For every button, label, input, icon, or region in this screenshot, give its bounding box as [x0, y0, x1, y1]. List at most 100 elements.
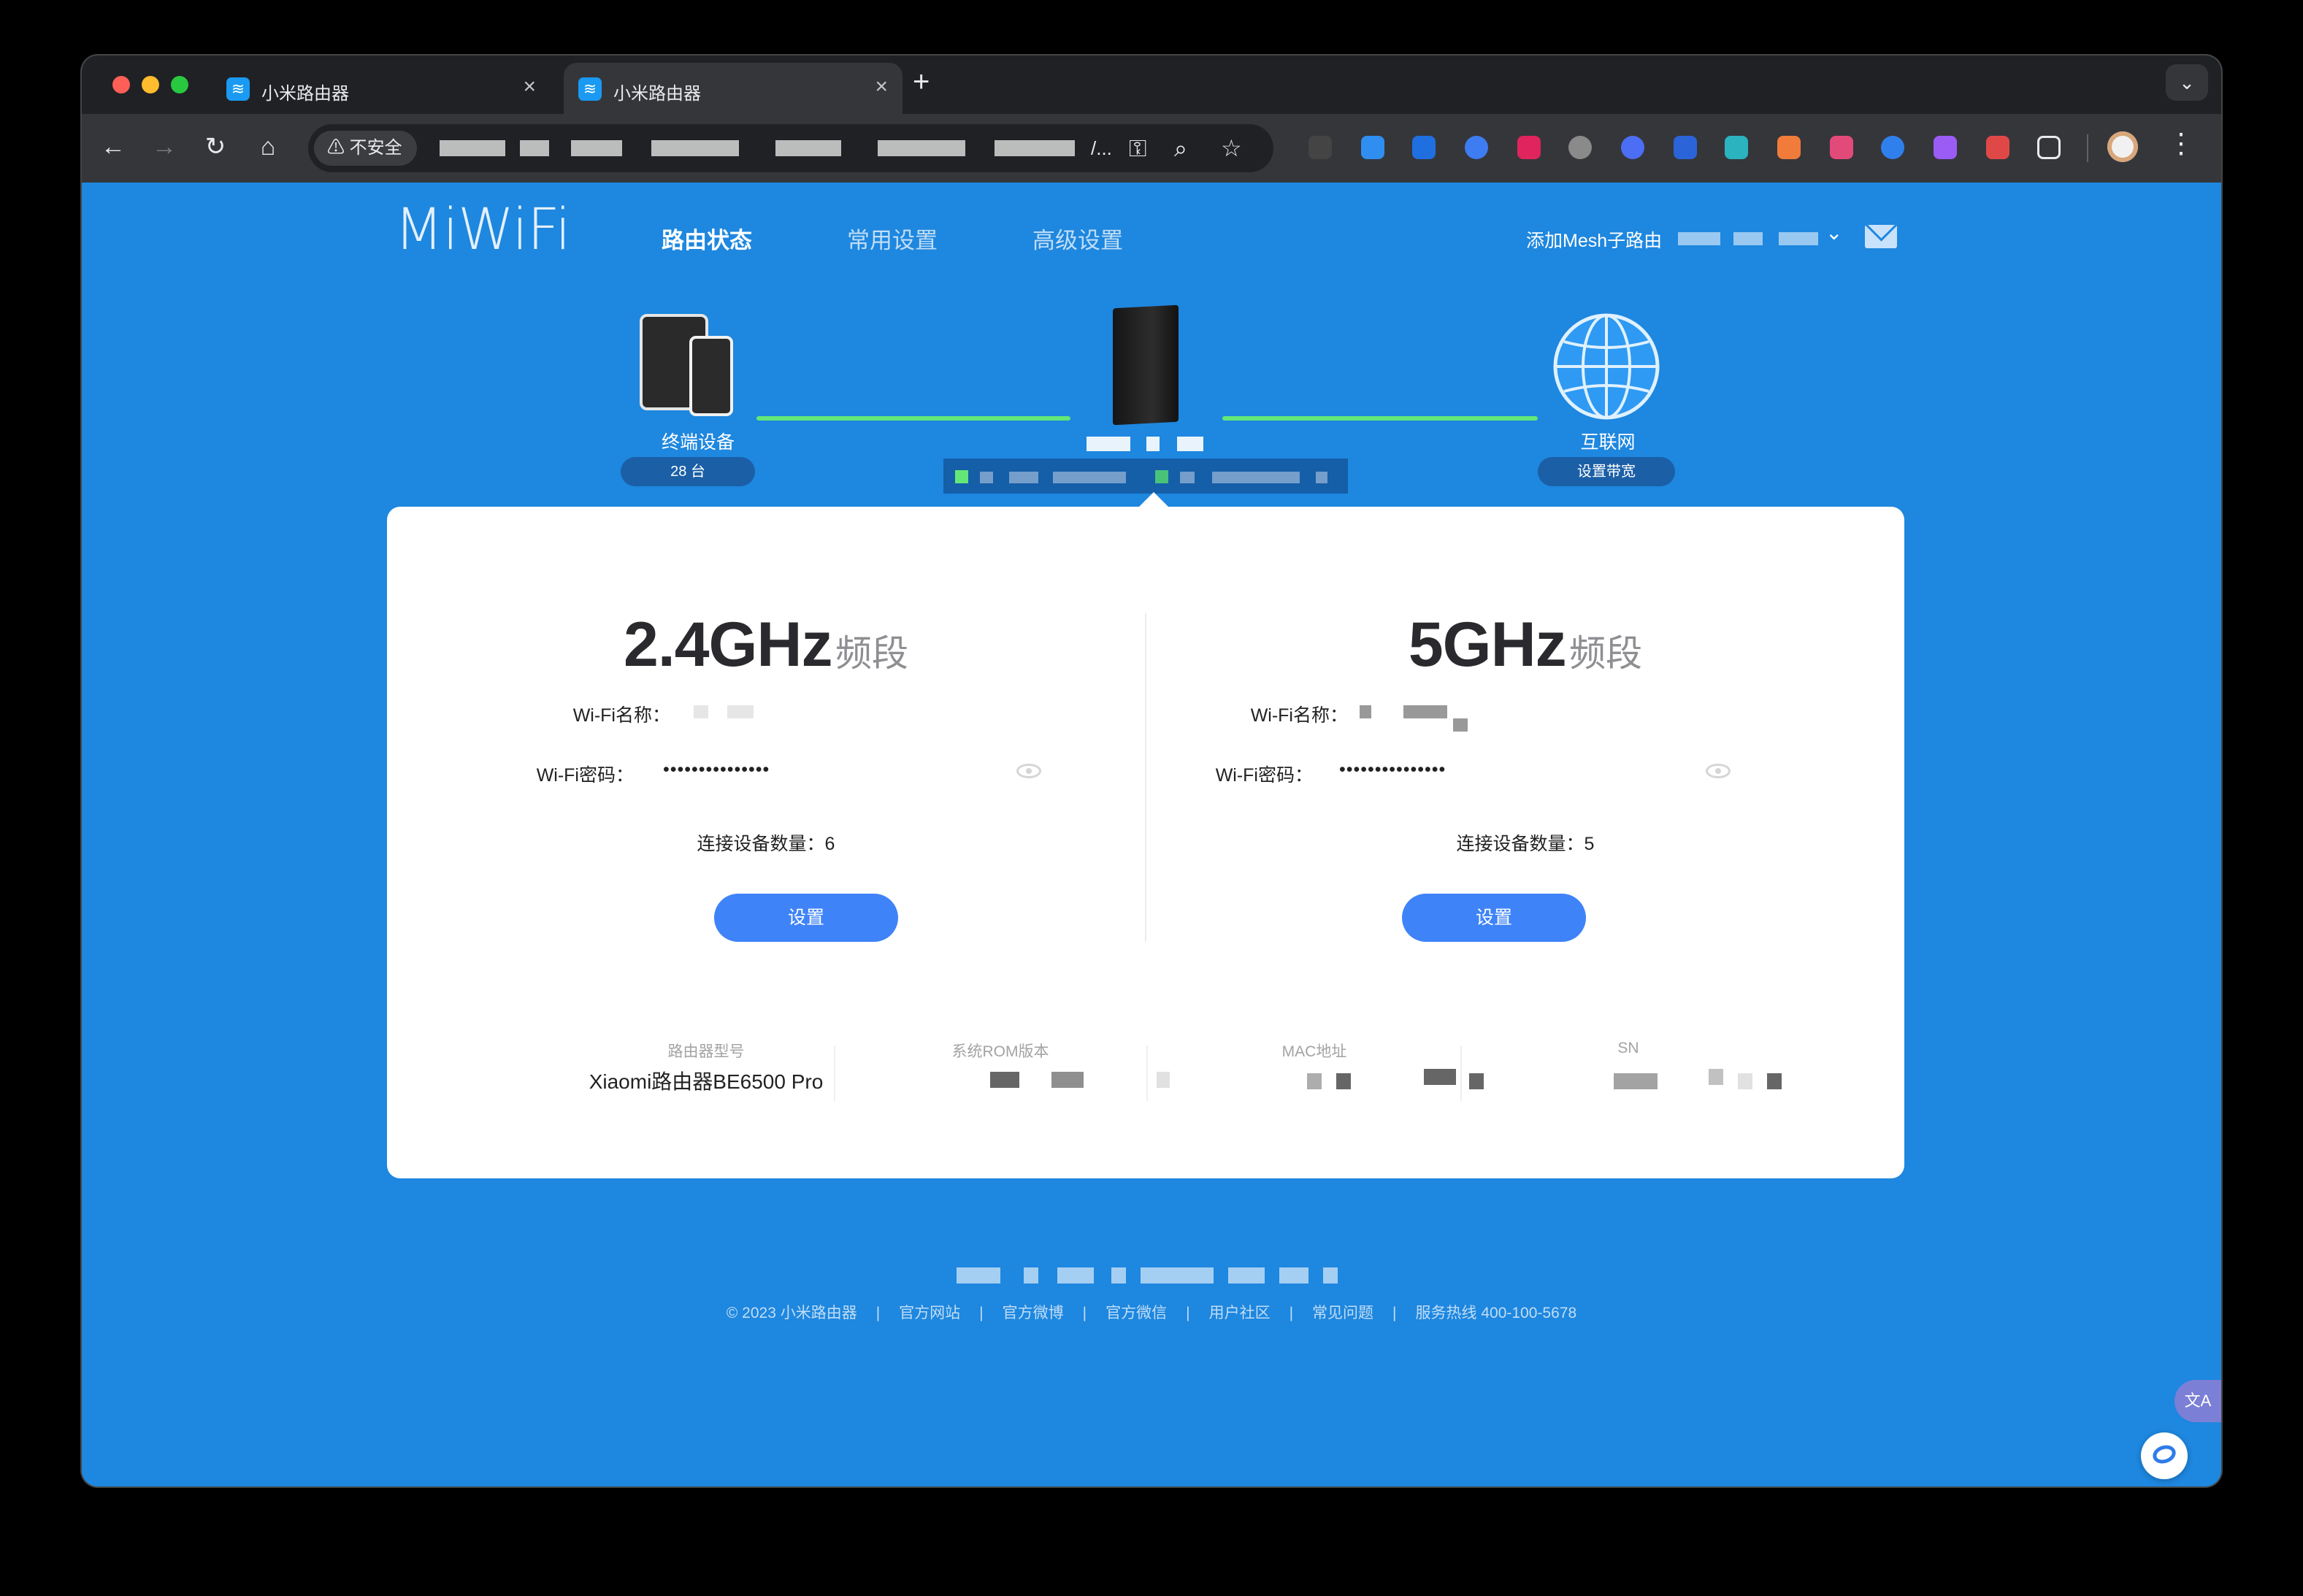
browser-tab-1[interactable]: ≋ 小米路由器 × [212, 63, 551, 114]
add-mesh-node-link[interactable]: 添加Mesh子路由 [1526, 226, 1662, 253]
nav-advanced-settings[interactable]: 高级设置 [1032, 222, 1123, 255]
band-2g-panel: 2.4GHz 频段 Wi-Fi名称： Wi-Fi密码： ••••••••••••… [387, 507, 1145, 989]
close-tab-icon[interactable]: × [875, 74, 888, 99]
extension-red-icon[interactable] [1986, 136, 2009, 159]
nav-common-settings[interactable]: 常用设置 [847, 222, 938, 255]
footer-redacted [1323, 1267, 1338, 1284]
band-word: 频段 [835, 633, 908, 674]
mac-redacted [1424, 1069, 1456, 1085]
set-bandwidth-pill[interactable]: 设置带宽 [1538, 457, 1675, 486]
forward-button[interactable]: → [147, 130, 181, 164]
footer-separator: | [875, 1305, 881, 1321]
info-divider [1460, 1046, 1462, 1101]
card-pointer [1138, 492, 1170, 508]
eye-icon[interactable] [1016, 764, 1041, 778]
nav-router-status[interactable]: 路由状态 [662, 222, 752, 255]
extension-gem-icon[interactable] [1361, 136, 1384, 159]
internet-label: 互联网 [1580, 432, 1636, 453]
tab-title: 小米路由器 [613, 84, 701, 104]
extension-shield-icon[interactable] [1674, 136, 1697, 159]
ssid-redacted [694, 705, 708, 718]
band-2g-settings-button[interactable]: 设置 [714, 894, 898, 942]
browser-menu-icon[interactable]: ⋮ [2167, 127, 2195, 160]
bookmark-star-icon[interactable]: ☆ [1221, 134, 1242, 162]
extension-bot-icon[interactable] [1621, 136, 1644, 159]
mac-label: MAC地址 [1281, 1043, 1347, 1060]
profile-avatar[interactable] [2107, 131, 2138, 162]
home-button[interactable]: ⌂ [251, 130, 285, 164]
connected-count: 连接设备数量：5 [1456, 834, 1595, 854]
footer-redacted [1141, 1267, 1214, 1284]
tab-title: 小米路由器 [261, 84, 349, 104]
wifi-icon: ≋ [226, 77, 250, 101]
router-admin-page: MiWiFi 路由状态 常用设置 高级设置 添加Mesh子路由 ⌄ 终端设备 2… [82, 183, 2221, 1486]
status-redacted [1009, 472, 1038, 483]
zoom-icon[interactable]: ⌕ [1174, 134, 1187, 162]
password-value: ••••••••••••••• [1339, 759, 1446, 780]
extension-telegram-icon[interactable] [1308, 136, 1332, 159]
footer-redacted [1228, 1267, 1265, 1284]
translate-icon[interactable]: 文A [2174, 1380, 2221, 1422]
key-icon[interactable]: ⚿ [1129, 134, 1146, 162]
footer-redacted [1057, 1267, 1094, 1284]
extensions-puzzle-icon[interactable] [2037, 136, 2061, 159]
zoom-window-button[interactable] [171, 76, 188, 93]
reload-button[interactable]: ↻ [199, 130, 232, 164]
miwifi-logo[interactable]: MiWiFi [394, 197, 571, 263]
footer-links: © 2023 小米路由器 | 官方网站 | 官方微博 | 官方微信 | 用户社区 | 常见问题 | 服务… [82, 1301, 2221, 1323]
close-tab-icon[interactable]: × [523, 74, 536, 99]
password-value: ••••••••••••••• [663, 759, 770, 780]
footer-separator: | [1289, 1305, 1294, 1321]
mac-redacted [1469, 1073, 1484, 1089]
chevron-down-icon[interactable]: ⌄ [1825, 220, 1842, 245]
password-label: Wi-Fi密码： [1215, 765, 1313, 786]
phone-icon [689, 336, 733, 416]
security-chip[interactable]: ⚠ 不安全 [314, 131, 417, 166]
footer-link-official-site[interactable]: 官方网站 [899, 1305, 960, 1321]
ssid-redacted [727, 705, 754, 718]
toolbar-divider [2087, 134, 2088, 162]
rom-label: 系统ROM版本 [951, 1043, 1049, 1060]
router-icon[interactable] [1113, 304, 1179, 426]
extension-purple-icon[interactable] [1934, 136, 1957, 159]
browser-toolbar: ← → ↻ ⌂ ⚠ 不安全 /... ⚿ ⌕ ☆ ⋮ [82, 114, 2221, 183]
close-window-button[interactable] [112, 76, 130, 93]
new-tab-button[interactable]: + [913, 66, 930, 99]
extension-swirl-icon[interactable] [1412, 136, 1436, 159]
warning-icon: ⚠ [327, 138, 350, 158]
status-redacted [980, 472, 993, 483]
footer-link-wechat[interactable]: 官方微信 [1105, 1305, 1167, 1321]
eye-icon[interactable] [1706, 764, 1731, 778]
mail-icon[interactable] [1865, 225, 1897, 248]
band-5g-settings-button[interactable]: 设置 [1402, 894, 1586, 942]
devices-icon[interactable] [640, 314, 749, 416]
minimize-window-button[interactable] [142, 76, 159, 93]
back-button[interactable]: ← [96, 130, 130, 164]
footer-link-community[interactable]: 用户社区 [1209, 1305, 1271, 1321]
assistant-chat-icon[interactable] [2141, 1432, 2188, 1479]
router-name-redacted [1177, 437, 1203, 451]
browser-window: ≋ 小米路由器 × ≋ 小米路由器 × + ⌄ ← → ↻ ⌂ ⚠ 不安全 /.… [82, 55, 2221, 1486]
band-word: 频段 [1569, 633, 1643, 674]
lan-led-icon [1155, 470, 1168, 483]
extension-orange-icon[interactable] [1777, 136, 1801, 159]
extension-translate-icon[interactable] [1830, 136, 1853, 159]
extension-pocket-icon[interactable] [1517, 136, 1541, 159]
globe-icon[interactable] [1552, 312, 1660, 421]
footer-link-faq[interactable]: 常见问题 [1312, 1305, 1373, 1321]
address-bar[interactable]: ⚠ 不安全 /... ⚿ ⌕ ☆ [308, 124, 1273, 172]
footer-link-weibo[interactable]: 官方微博 [1003, 1305, 1064, 1321]
device-count-pill[interactable]: 28 台 [621, 457, 755, 486]
extension-circle-icon[interactable] [1465, 136, 1488, 159]
footer-hotline: 服务热线 400-100-5678 [1415, 1305, 1577, 1321]
extension-cube-icon[interactable] [1725, 136, 1748, 159]
sn-redacted [1709, 1069, 1723, 1085]
extension-owl-icon[interactable] [1568, 136, 1592, 159]
browser-tab-2[interactable]: ≋ 小米路由器 × [564, 63, 903, 114]
tab-search-button[interactable]: ⌄ [2166, 64, 2208, 101]
ssid-redacted [1403, 705, 1447, 718]
url-redacted [775, 140, 841, 156]
wifi-icon: ≋ [578, 77, 602, 101]
rom-redacted [1051, 1072, 1084, 1088]
extension-blue-circle-icon[interactable] [1881, 136, 1904, 159]
